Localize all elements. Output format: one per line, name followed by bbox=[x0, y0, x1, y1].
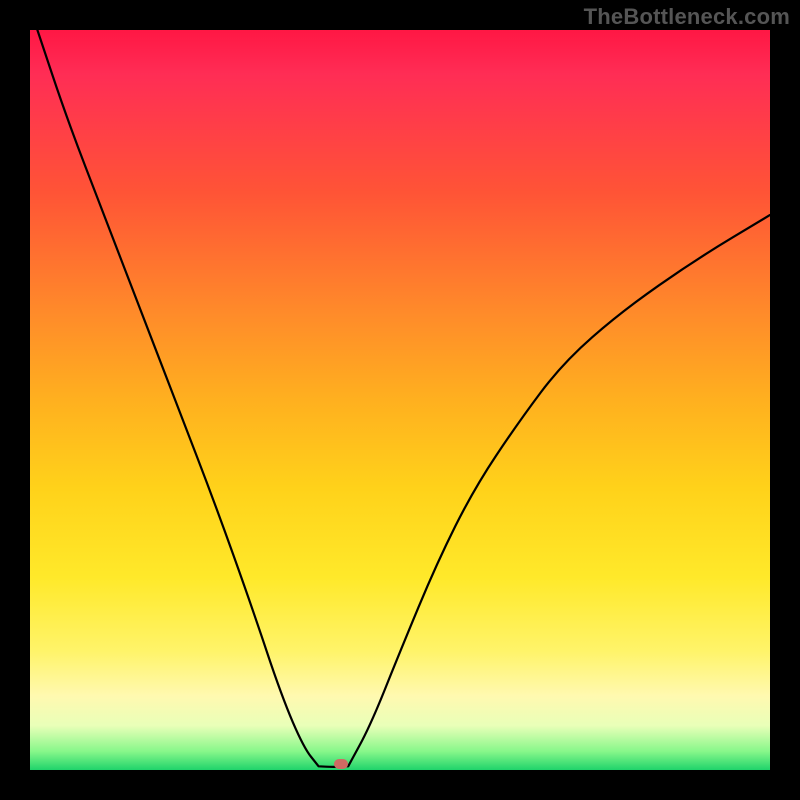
chart-frame: TheBottleneck.com bbox=[0, 0, 800, 800]
plot-area bbox=[30, 30, 770, 770]
curve-path bbox=[37, 30, 770, 767]
optimum-marker bbox=[334, 759, 348, 769]
watermark-label: TheBottleneck.com bbox=[584, 4, 790, 30]
bottleneck-curve bbox=[30, 30, 770, 770]
